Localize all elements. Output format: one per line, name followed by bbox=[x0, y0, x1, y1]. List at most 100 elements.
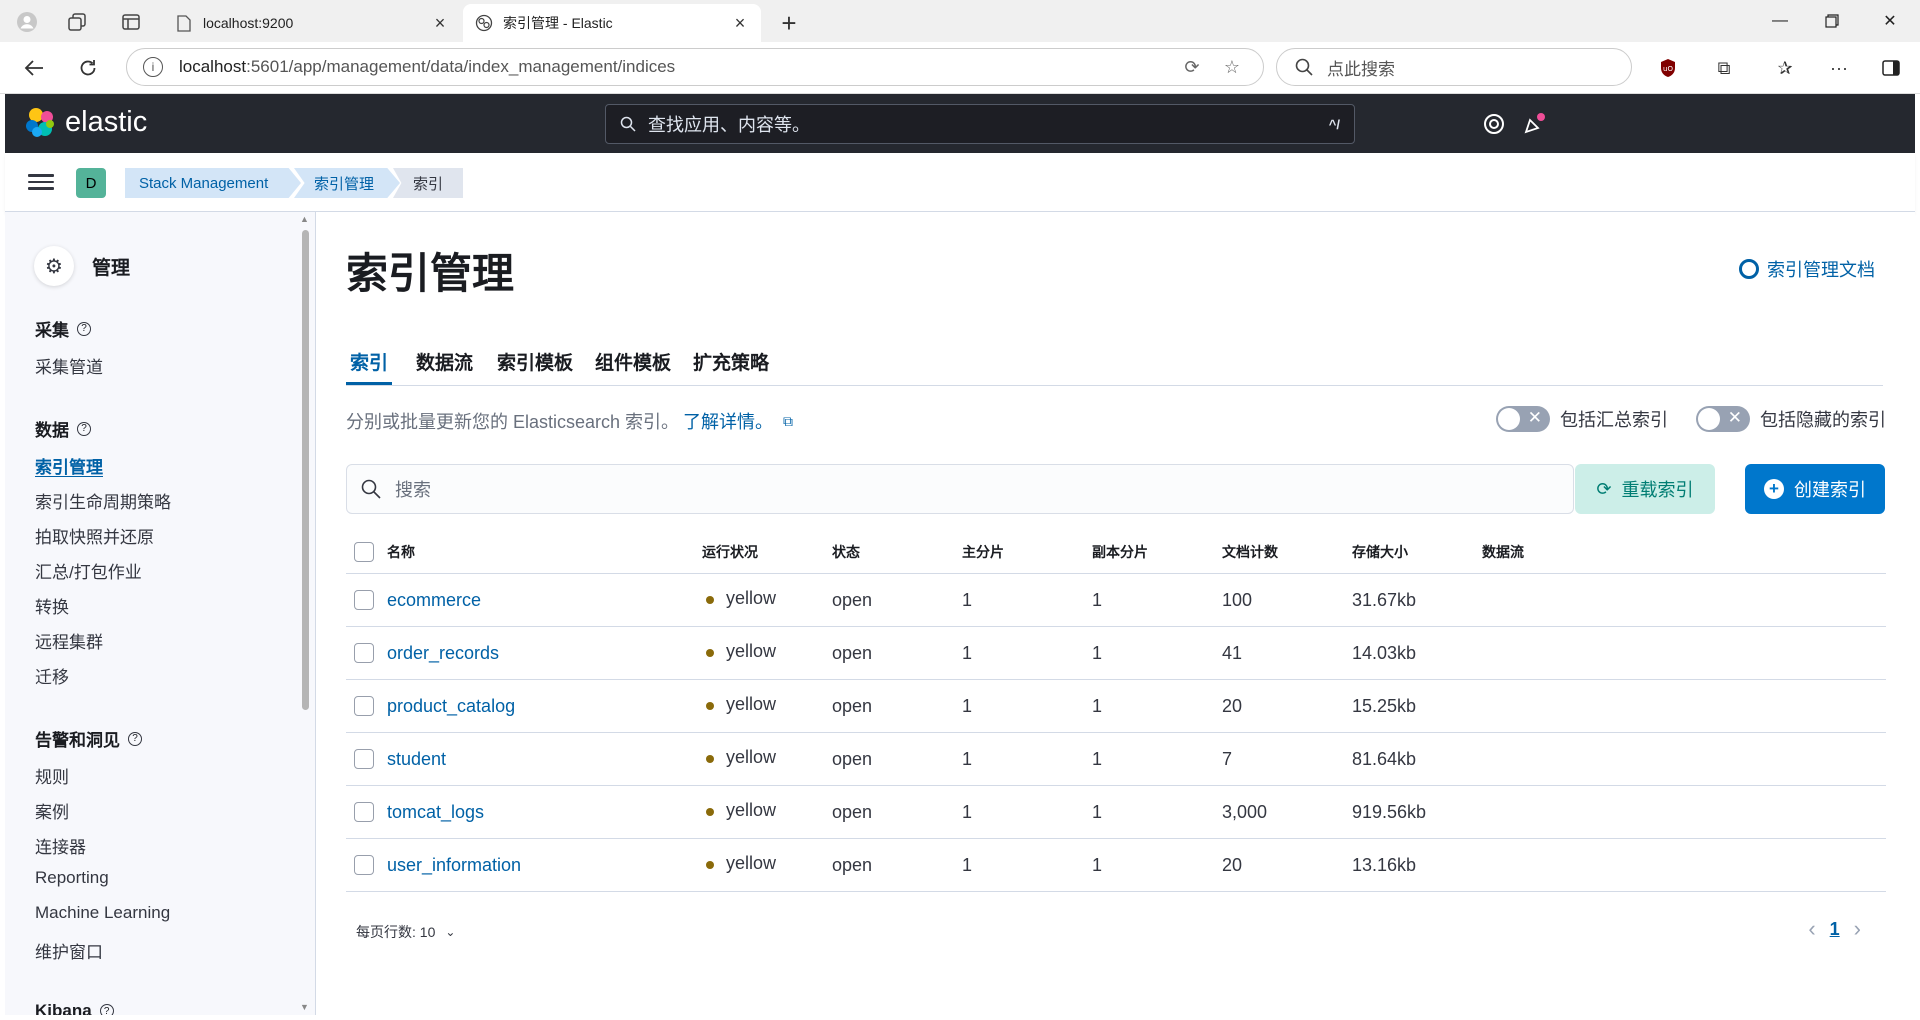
row-checkbox[interactable] bbox=[354, 749, 374, 769]
close-tab-icon[interactable]: × bbox=[731, 13, 749, 34]
row-checkbox[interactable] bbox=[354, 802, 374, 822]
sidebar-item-transforms[interactable]: 转换 bbox=[35, 593, 69, 618]
sidebar-item-ingest-pipelines[interactable]: 采集管道 bbox=[35, 353, 103, 378]
browser-tab-active[interactable]: 索引管理 - Elastic × bbox=[463, 4, 761, 42]
sidebar-item-index-management[interactable]: 索引管理 bbox=[35, 453, 103, 478]
elastic-logo[interactable]: elastic bbox=[25, 106, 147, 139]
sidebar-item-snapshot-restore[interactable]: 拍取快照并还原 bbox=[35, 523, 154, 548]
row-checkbox[interactable] bbox=[354, 696, 374, 716]
tab-indices[interactable]: 索引 bbox=[345, 348, 393, 385]
minimize-icon[interactable]: — bbox=[1760, 8, 1800, 34]
sidebar-item-reporting[interactable]: Reporting bbox=[35, 868, 109, 888]
help-icon[interactable] bbox=[1482, 112, 1506, 136]
sidebar-item-maintenance-windows[interactable]: 维护窗口 bbox=[35, 938, 103, 963]
help-icon[interactable]: ? bbox=[128, 731, 142, 746]
global-search-input[interactable]: 查找应用、内容等。 ^/ bbox=[605, 104, 1355, 144]
refresh-page-icon[interactable]: ⟳ bbox=[1177, 57, 1207, 78]
sidebar-scrollbar[interactable]: ▲ ▼ bbox=[299, 212, 311, 1015]
index-name-link[interactable]: ecommerce bbox=[387, 590, 481, 611]
page-number-button[interactable]: 1 bbox=[1830, 919, 1840, 940]
menu-toggle-icon[interactable] bbox=[28, 170, 54, 194]
next-page-icon[interactable]: › bbox=[1854, 916, 1861, 942]
address-bar[interactable]: i localhost:5601/app/management/data/ind… bbox=[126, 48, 1264, 86]
index-name-link[interactable]: tomcat_logs bbox=[387, 802, 484, 823]
external-link-icon: ⧉ bbox=[783, 412, 794, 429]
back-icon[interactable] bbox=[18, 52, 50, 84]
favorite-star-icon[interactable]: ☆ bbox=[1217, 57, 1247, 78]
sidebar-item-rules[interactable]: 规则 bbox=[35, 763, 69, 788]
close-window-icon[interactable]: ✕ bbox=[1870, 8, 1910, 34]
ublock-shield-icon[interactable]: uO bbox=[1653, 54, 1683, 82]
column-header-data-stream[interactable]: 数据流 bbox=[1482, 530, 1524, 573]
scroll-up-icon[interactable]: ▲ bbox=[300, 214, 309, 224]
docs-link[interactable]: 索引管理文档 bbox=[1739, 256, 1875, 282]
learn-more-link[interactable]: 了解详情。 bbox=[683, 408, 773, 434]
sidebar-item-rollup-jobs[interactable]: 汇总/打包作业 bbox=[35, 558, 142, 583]
column-header-docs-count[interactable]: 文档计数 bbox=[1222, 530, 1278, 573]
toggle-switch[interactable]: ✕ bbox=[1496, 406, 1550, 432]
tab-title: 索引管理 - Elastic bbox=[503, 15, 613, 31]
extensions-icon[interactable]: ⧉ bbox=[1709, 54, 1739, 82]
select-all-checkbox[interactable] bbox=[354, 541, 374, 562]
row-checkbox[interactable] bbox=[354, 643, 374, 663]
toggle-switch[interactable]: ✕ bbox=[1696, 406, 1750, 432]
index-name-link[interactable]: order_records bbox=[387, 643, 499, 664]
column-header-primaries[interactable]: 主分片 bbox=[962, 530, 1004, 573]
close-tab-icon[interactable]: × bbox=[431, 13, 449, 34]
help-icon[interactable]: ? bbox=[77, 321, 91, 336]
tab-enrich-policies[interactable]: 扩充策略 bbox=[693, 348, 769, 375]
breadcrumb-index-management[interactable]: 索引管理 bbox=[294, 168, 400, 198]
index-search-input[interactable]: 搜索 bbox=[346, 464, 1574, 514]
replica-cell: 1 bbox=[1092, 733, 1102, 785]
help-icon[interactable]: ? bbox=[77, 421, 91, 436]
profile-icon[interactable] bbox=[12, 7, 42, 37]
sidebar-item-ilm-policies[interactable]: 索引生命周期策略 bbox=[35, 488, 171, 513]
sidebar-item-connectors[interactable]: 连接器 bbox=[35, 833, 86, 858]
favorites-icon[interactable]: ✰ bbox=[1770, 54, 1800, 82]
column-header-name[interactable]: 名称 bbox=[387, 530, 415, 573]
new-tab-button[interactable]: + bbox=[772, 6, 806, 40]
sidebar-item-machine-learning[interactable]: Machine Learning bbox=[35, 903, 170, 923]
news-feed-icon[interactable] bbox=[1522, 112, 1546, 136]
browser-tab[interactable]: localhost:9200 × bbox=[163, 4, 461, 42]
breadcrumb-stack-management[interactable]: Stack Management bbox=[125, 168, 301, 198]
column-header-storage-size[interactable]: 存储大小 bbox=[1352, 530, 1408, 573]
tab-data-streams[interactable]: 数据流 bbox=[416, 348, 473, 375]
previous-page-icon[interactable]: ‹ bbox=[1808, 916, 1815, 942]
more-menu-icon[interactable]: ··· bbox=[1824, 54, 1854, 82]
column-header-replicas[interactable]: 副本分片 bbox=[1092, 530, 1148, 573]
column-header-status[interactable]: 状态 bbox=[832, 530, 860, 573]
index-name-link[interactable]: student bbox=[387, 749, 446, 770]
restore-icon[interactable] bbox=[1812, 8, 1852, 34]
tab-actions-icon[interactable] bbox=[116, 7, 146, 37]
rows-per-page-select[interactable]: 每页行数: 10 ⌄ bbox=[356, 922, 455, 942]
management-sidebar: ⚙ 管理 采集? 采集管道 数据? 索引管理 索引生命周期策略 拍取快照并还原 … bbox=[5, 212, 316, 1015]
group-label: Kibana bbox=[35, 1001, 92, 1015]
page-description: 分别或批量更新您的 Elasticsearch 索引。 了解详情。 ⧉ bbox=[346, 408, 793, 434]
health-dot-icon bbox=[706, 755, 714, 763]
include-hidden-toggle[interactable]: ✕ 包括隐藏的索引 bbox=[1696, 406, 1886, 432]
sidebar-item-cases[interactable]: 案例 bbox=[35, 798, 69, 823]
help-docs-icon bbox=[1739, 259, 1759, 279]
scroll-down-icon[interactable]: ▼ bbox=[300, 1002, 309, 1012]
help-icon[interactable]: ? bbox=[99, 1004, 114, 1015]
space-avatar[interactable]: D bbox=[76, 168, 106, 198]
scrollbar-thumb[interactable] bbox=[302, 230, 309, 710]
create-index-button[interactable]: + 创建索引 bbox=[1745, 464, 1885, 514]
site-info-icon[interactable]: i bbox=[143, 57, 163, 77]
sidebar-toggle-icon[interactable] bbox=[1876, 54, 1906, 82]
index-name-link[interactable]: product_catalog bbox=[387, 696, 515, 717]
row-checkbox[interactable] bbox=[354, 590, 374, 610]
sidebar-item-remote-clusters[interactable]: 远程集群 bbox=[35, 628, 103, 653]
column-header-health[interactable]: 运行状况 bbox=[702, 530, 758, 573]
tab-component-templates[interactable]: 组件模板 bbox=[595, 348, 671, 375]
reload-indices-button[interactable]: ⟳ 重载索引 bbox=[1575, 464, 1715, 514]
sidebar-item-migrate[interactable]: 迁移 bbox=[35, 663, 69, 688]
refresh-icon[interactable] bbox=[72, 52, 104, 84]
include-rollup-toggle[interactable]: ✕ 包括汇总索引 bbox=[1496, 406, 1668, 432]
tab-index-templates[interactable]: 索引模板 bbox=[497, 348, 573, 375]
browser-search-box[interactable]: 点此搜索 bbox=[1276, 48, 1632, 86]
index-name-link[interactable]: user_information bbox=[387, 855, 521, 876]
workspaces-icon[interactable] bbox=[62, 7, 92, 37]
row-checkbox[interactable] bbox=[354, 855, 374, 875]
